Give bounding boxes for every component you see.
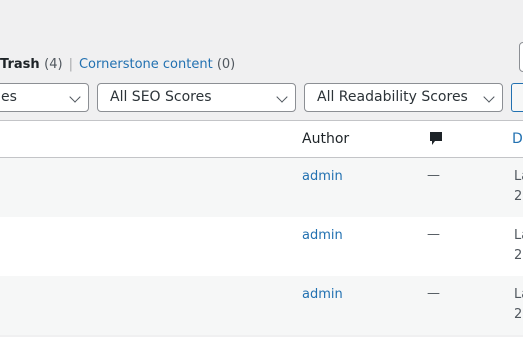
comment-count: — bbox=[427, 168, 440, 183]
date-value: 20 bbox=[514, 307, 523, 322]
chevron-down-icon bbox=[276, 91, 288, 103]
table-row: admin — La 20 bbox=[0, 217, 523, 276]
date-status: La bbox=[514, 228, 523, 243]
comment-count: — bbox=[427, 286, 440, 301]
author-link[interactable]: admin bbox=[302, 169, 343, 184]
date-status: La bbox=[514, 287, 523, 302]
author-link[interactable]: admin bbox=[302, 228, 343, 243]
column-header-date[interactable]: Da bbox=[512, 131, 523, 147]
date-filter-value: es bbox=[1, 89, 17, 105]
chevron-down-icon bbox=[483, 91, 495, 103]
view-cornerstone-link[interactable]: Cornerstone content (0) bbox=[79, 57, 235, 72]
post-status-views: Trash (4) | Cornerstone content (0) bbox=[0, 56, 235, 74]
author-link[interactable]: admin bbox=[302, 287, 343, 302]
column-header-author: Author bbox=[302, 131, 350, 147]
posts-table: Author Da admin — La 20 admin — La 20 ad… bbox=[0, 120, 523, 335]
date-filter-select[interactable]: es bbox=[0, 83, 89, 112]
comment-bubble-icon[interactable] bbox=[429, 131, 443, 147]
seo-score-filter-value: All SEO Scores bbox=[110, 89, 212, 105]
comment-count: — bbox=[427, 227, 440, 242]
readability-filter-value: All Readability Scores bbox=[317, 89, 468, 105]
date-value: 20 bbox=[514, 189, 523, 204]
table-header: Author Da bbox=[0, 121, 523, 158]
filter-button[interactable] bbox=[511, 83, 523, 112]
search-input[interactable] bbox=[519, 42, 523, 72]
readability-filter-select[interactable]: All Readability Scores bbox=[304, 83, 503, 112]
chevron-down-icon bbox=[69, 91, 81, 103]
seo-score-filter-select[interactable]: All SEO Scores bbox=[97, 83, 296, 112]
table-row: admin — La 20 bbox=[0, 158, 523, 217]
view-trash-link[interactable]: Trash (4) bbox=[0, 57, 63, 72]
view-separator: | bbox=[68, 57, 73, 72]
date-status: La bbox=[514, 169, 523, 184]
table-row: admin — La 20 bbox=[0, 276, 523, 335]
date-value: 20 bbox=[514, 248, 523, 263]
